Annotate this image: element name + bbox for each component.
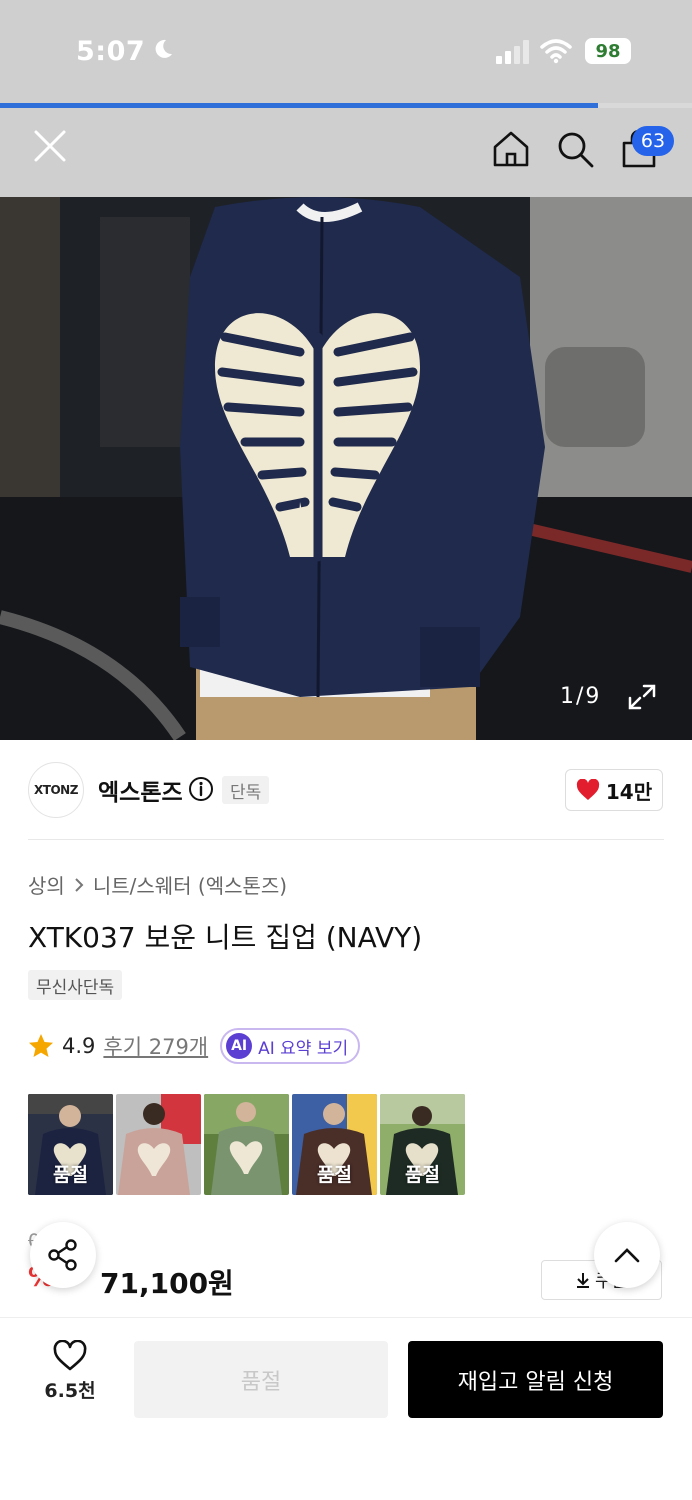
color-thumbnail[interactable]: 품절 [28,1094,113,1195]
share-icon [48,1239,77,1271]
product-image[interactable] [0,197,692,740]
soldout-label: 품절 [405,1164,440,1186]
signal-icon [496,40,529,64]
star-icon [29,1034,53,1057]
color-options: 품절 품절 품절 [28,1094,465,1195]
share-button[interactable] [30,1222,96,1288]
color-thumbnail[interactable] [204,1094,289,1195]
wifi-icon [540,39,572,64]
top-bar: 5:07 98 63 [0,0,692,197]
home-icon[interactable] [490,128,532,170]
color-thumbnail[interactable]: 품절 [380,1094,465,1195]
moon-icon [155,39,172,58]
rating-value: 4.9 [62,1034,96,1058]
color-thumbnail[interactable]: 품절 [292,1094,377,1195]
brand-like-button[interactable]: 14만 [565,769,663,811]
wishlist-button[interactable]: 6.5천 [30,1340,110,1420]
brand-logo[interactable]: XTONZ [28,762,84,818]
download-icon [576,1273,589,1288]
brand-name[interactable]: 엑스톤즈 [98,773,183,807]
image-counter: 1/9 [560,684,602,709]
soldout-label: 품절 [317,1164,352,1186]
scroll-top-button[interactable] [594,1222,660,1288]
heart-outline-icon [53,1340,87,1371]
exclusive-chip: 단독 [222,776,270,804]
search-icon[interactable] [554,128,596,170]
soldout-button[interactable]: 품절 [134,1341,388,1418]
ai-summary-button[interactable]: AI AI 요약 보기 [220,1028,361,1064]
restock-alert-button[interactable]: 재입고 알림 신청 [408,1341,663,1418]
info-icon[interactable] [188,776,214,802]
expand-icon[interactable] [626,682,658,712]
breadcrumb-item[interactable]: 니트/스웨터 (엑스톤즈) [93,870,287,899]
cart-count-badge: 63 [632,126,674,156]
divider [28,839,664,840]
ai-summary-label: AI 요약 보기 [258,1038,349,1059]
product-photo [0,197,692,740]
sale-price: 71,100원 [100,1267,234,1300]
color-thumbnail[interactable] [116,1094,201,1195]
wishlist-count: 6.5천 [44,1380,96,1402]
thumbnail-image [204,1094,289,1195]
thumbnail-image [116,1094,201,1195]
close-icon[interactable] [28,124,72,168]
page-progress [0,103,692,108]
battery-icon: 98 [585,38,631,64]
heart-filled-icon [576,779,599,800]
brand-like-count: 14만 [605,779,653,804]
chevron-up-icon [614,1248,640,1263]
soldout-label: 품절 [53,1164,88,1186]
review-link[interactable]: 후기 279개 [103,1031,208,1061]
ai-icon: AI [226,1033,253,1059]
product-tag: 무신사단독 [28,970,123,1000]
status-time: 5:07 [76,36,146,67]
page-progress-fill [0,103,598,108]
rating-row: 4.9 후기 279개 AI AI 요약 보기 [28,1028,361,1064]
breadcrumb: 상의 니트/스웨터 (엑스톤즈) [28,870,287,899]
chevron-right-icon [75,877,84,892]
product-title: XTK037 보운 니트 집업 (NAVY) [28,921,423,954]
breadcrumb-item[interactable]: 상의 [28,870,65,899]
